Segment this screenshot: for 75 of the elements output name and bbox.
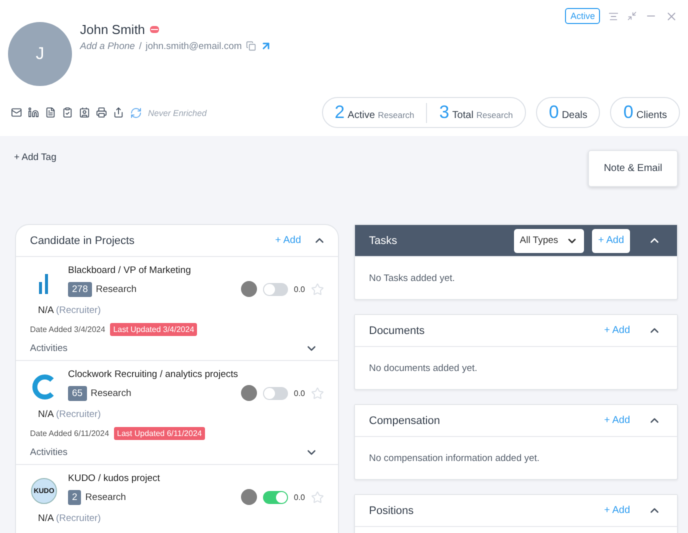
stat-label: Clients <box>636 110 667 121</box>
resize-icon[interactable] <box>627 11 637 21</box>
owner-text: N/A (Recruiter) <box>38 513 101 524</box>
project-title[interactable]: Clockwork Recruiting / analytics projects <box>68 369 324 380</box>
add-tag-link[interactable]: + Add Tag <box>14 152 56 224</box>
research-stats[interactable]: 2 Active Research 3 Total Research <box>322 97 526 128</box>
stat-pill[interactable]: 0 Clients <box>610 97 680 128</box>
star-icon[interactable] <box>311 490 324 504</box>
date-added: Date Added 6/11/2024 <box>30 429 110 438</box>
avatar: J <box>8 22 72 86</box>
rating-value: 0.0 <box>294 388 305 398</box>
project-title[interactable]: Blackboard / VP of Marketing <box>68 265 324 276</box>
empty-message: No documents added yet. <box>369 362 478 374</box>
activities-label[interactable]: Activities <box>30 343 68 354</box>
rating-value: 0.0 <box>294 492 305 502</box>
clipboard-icon[interactable] <box>62 107 73 118</box>
stat-sublabel: Research <box>476 110 513 120</box>
close-icon[interactable] <box>665 10 678 22</box>
stat-label: Active <box>348 110 375 121</box>
stat-number: 3 <box>439 102 450 123</box>
linkedin-icon[interactable] <box>28 107 39 118</box>
stat-number: 2 <box>334 102 345 123</box>
empty-message: No Tasks added yet. <box>369 272 455 284</box>
status-dot[interactable] <box>240 489 257 505</box>
copy-icon[interactable] <box>246 41 256 51</box>
stat-number: 0 <box>623 102 634 123</box>
candidate-count: 278 <box>68 282 92 296</box>
owner-text: N/A (Recruiter) <box>38 305 101 316</box>
email-text: john.smith@email.com <box>146 40 242 52</box>
project-title[interactable]: KUDO / kudos project <box>68 473 324 484</box>
stage-label: Research <box>85 492 126 502</box>
printer-icon[interactable] <box>96 107 107 118</box>
stat-number: 0 <box>548 102 559 123</box>
stat-label: Deals <box>562 110 588 121</box>
date-added: Date Added 3/4/2024 <box>30 325 106 334</box>
section-title: Positions <box>369 504 415 516</box>
refresh-icon[interactable] <box>130 106 142 118</box>
toggle-switch[interactable] <box>262 282 288 296</box>
owner-text: N/A (Recruiter) <box>38 409 101 420</box>
stat-pill[interactable]: 0 Deals <box>536 97 600 128</box>
contact-card-icon[interactable] <box>79 107 90 118</box>
note-email-button[interactable]: Note & Email <box>588 150 678 187</box>
share-icon[interactable] <box>113 107 124 118</box>
candidate-count: 2 <box>68 490 82 504</box>
stage-label: Research <box>90 388 132 398</box>
c-logo-icon <box>31 374 57 400</box>
section-title: Documents <box>369 324 426 336</box>
rating-value: 0.0 <box>294 284 305 294</box>
enrichment-status: Never Enriched <box>148 108 207 118</box>
tag-icon <box>149 25 160 34</box>
section-title: Tasks <box>369 234 398 246</box>
star-icon[interactable] <box>311 386 324 400</box>
activities-label[interactable]: Activities <box>30 447 68 458</box>
toggle-switch[interactable] <box>262 386 288 400</box>
separator: / <box>138 40 142 52</box>
stat-sublabel: Research <box>378 110 414 120</box>
last-updated-badge: Last Updated 3/4/2024 <box>110 323 198 336</box>
bar-logo-icon <box>38 272 50 294</box>
stage-label: Research <box>96 284 137 294</box>
type-select[interactable]: All Types <box>514 228 584 252</box>
star-icon[interactable] <box>311 282 324 296</box>
document-icon[interactable] <box>45 107 56 118</box>
phone-link[interactable]: Add a Phone <box>80 40 135 52</box>
stat-label: Total <box>452 110 474 121</box>
align-icon[interactable] <box>608 10 619 22</box>
contact-name: John Smith <box>80 22 146 37</box>
toggle-switch[interactable] <box>262 490 288 504</box>
panel-title: Candidate in Projects <box>30 234 136 246</box>
candidate-count: 65 <box>68 386 87 400</box>
last-updated-badge: Last Updated 6/11/2024 <box>114 427 205 440</box>
status-dot[interactable] <box>240 281 257 297</box>
status-dot[interactable] <box>240 385 257 401</box>
section-title: Compensation <box>369 414 441 426</box>
empty-message: No compensation information added yet. <box>369 452 540 464</box>
mail-icon[interactable] <box>11 107 22 118</box>
